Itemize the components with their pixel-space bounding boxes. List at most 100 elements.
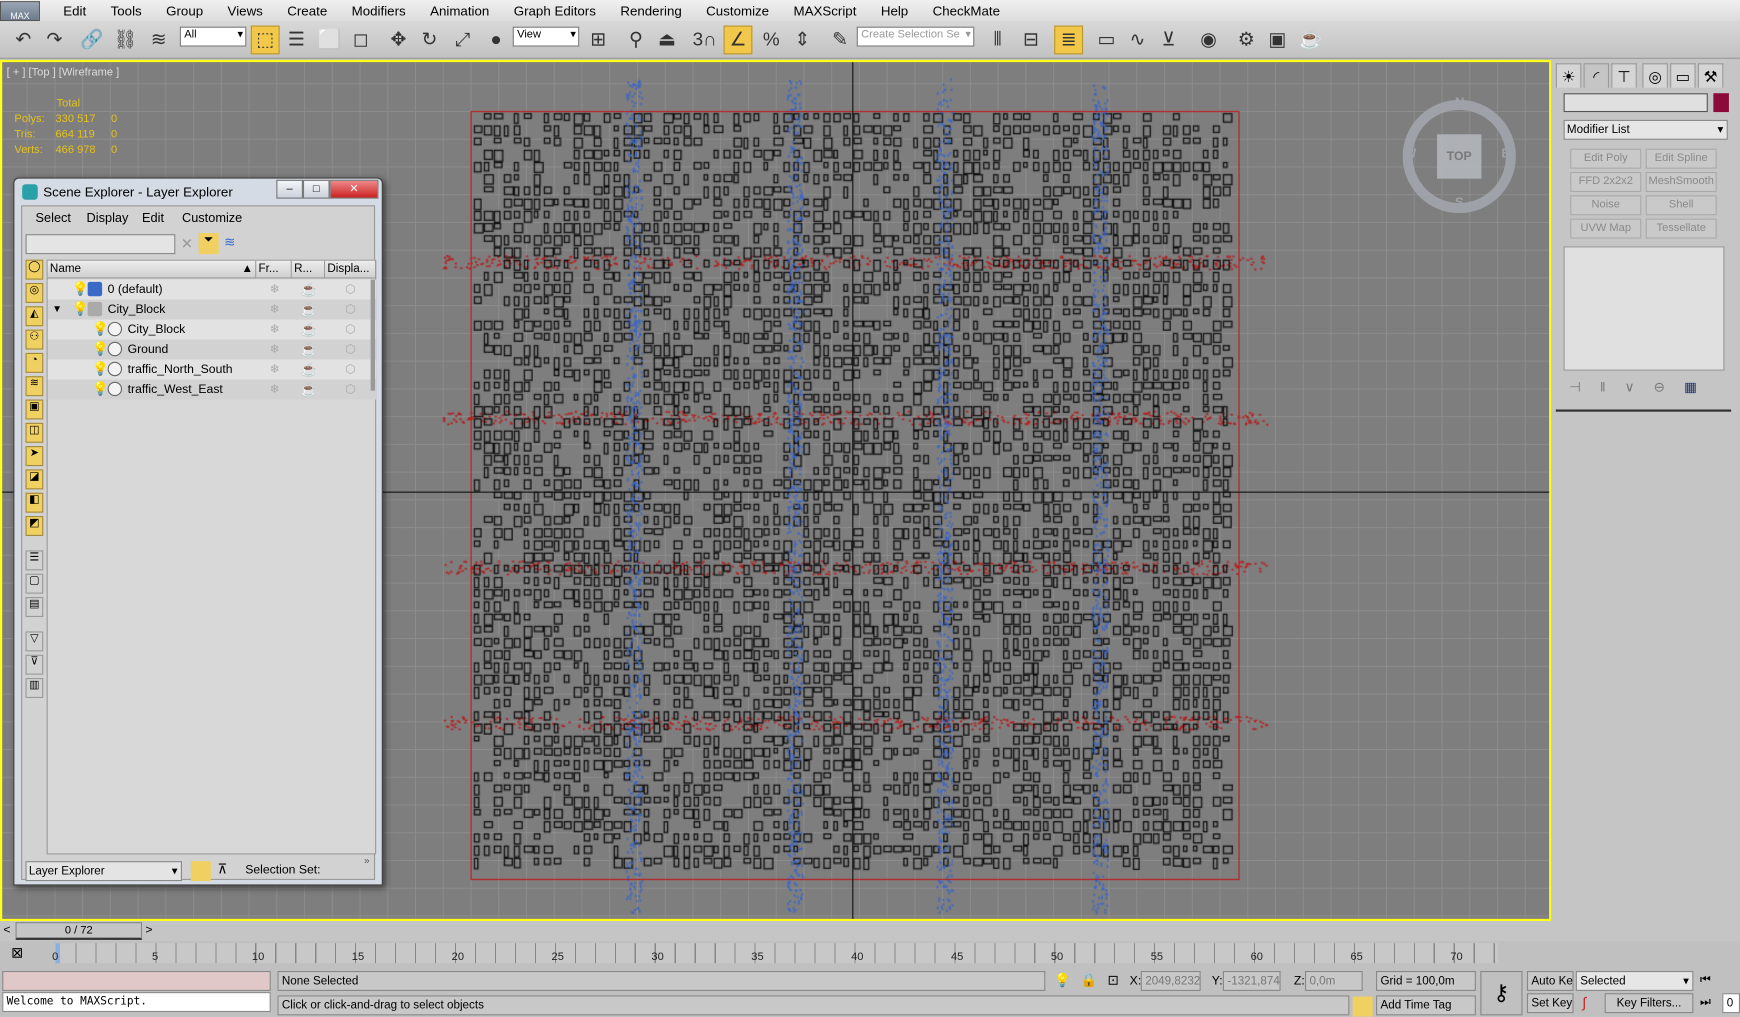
menu-help[interactable]: Help <box>869 3 921 19</box>
freeze-icon[interactable]: ❄ <box>270 382 280 396</box>
filter-icon[interactable]: ⏷ <box>198 233 219 255</box>
modifier-button-tessellate[interactable]: Tessellate <box>1645 218 1717 239</box>
search-input[interactable] <box>25 234 176 255</box>
next-frame-button[interactable]: > <box>145 923 152 936</box>
display-box-icon[interactable]: ⬡ <box>345 342 356 356</box>
helpers-filter-icon[interactable]: ◔ <box>25 352 44 373</box>
modifier-button-shell[interactable]: Shell <box>1645 195 1717 216</box>
current-frame-input[interactable]: 0 <box>1722 993 1740 1014</box>
visibility-bulb-icon[interactable]: 💡 <box>92 321 109 337</box>
layer-explorer-icon[interactable]: ≣ <box>1054 25 1084 55</box>
align-icon[interactable]: ⊟ <box>1016 26 1045 55</box>
compass-west[interactable]: W <box>1404 145 1417 161</box>
utilities-tab-icon[interactable]: ⚒ <box>1697 63 1724 88</box>
modifier-button-edit-spline[interactable]: Edit Spline <box>1645 148 1717 169</box>
explorer-mode-dropdown[interactable]: Layer Explorer ▾ <box>25 861 182 882</box>
configure-modifier-sets-icon[interactable]: ▦ <box>1684 380 1697 396</box>
time-slider-thumb[interactable]: 0 / 72 <box>15 922 143 940</box>
app-logo-button[interactable]: MAX <box>0 0 40 21</box>
key-mode-dropdown[interactable]: Selected ▾ <box>1575 970 1694 991</box>
auto-key-button[interactable]: Auto Key <box>1526 970 1574 991</box>
modifier-button-edit-poly[interactable]: Edit Poly <box>1570 148 1642 169</box>
particles-filter-icon[interactable]: ◧ <box>25 492 44 513</box>
rendered-frame-window-icon[interactable]: ▣ <box>1263 26 1292 55</box>
viewport-label-menu[interactable]: [ + ] [Top ] [Wireframe ] <box>7 67 120 79</box>
menu-views[interactable]: Views <box>215 3 275 19</box>
select-object-icon[interactable]: ⬚ <box>250 25 280 55</box>
visibility-bulb-icon[interactable]: 💡 <box>92 361 109 377</box>
column-name[interactable]: Name ▲ <box>47 260 257 279</box>
schematic-view-icon[interactable]: ⊻ <box>1154 26 1183 55</box>
lights-filter-icon[interactable]: ◭ <box>25 306 44 327</box>
toggle-scene-explorer-icon[interactable]: ▭ <box>1092 26 1121 55</box>
column-display[interactable]: Displa... <box>325 260 377 279</box>
freeze-icon[interactable]: ❄ <box>270 282 280 296</box>
column-render[interactable]: R... <box>291 260 326 279</box>
menu-graph-editors[interactable]: Graph Editors <box>502 3 609 19</box>
close-button[interactable]: ✕ <box>329 179 379 199</box>
set-key-button[interactable]: Set Key <box>1526 993 1574 1014</box>
display-box-icon[interactable]: ⬡ <box>345 302 356 316</box>
menu-create[interactable]: Create <box>275 3 339 19</box>
display-none-filter-icon[interactable]: ▢ <box>25 573 44 594</box>
modifier-button-noise[interactable]: Noise <box>1570 195 1642 216</box>
place-icon[interactable]: ● <box>482 26 511 55</box>
absolute-mode-icon[interactable]: ⊡ <box>1107 972 1118 988</box>
layer-row[interactable]: 💡 0 (default) ❄ ☕ ⬡ <box>47 279 377 300</box>
modify-tab-icon[interactable]: ◜ <box>1583 63 1610 88</box>
display-box-icon[interactable]: ⬡ <box>345 362 356 376</box>
create-tab-icon[interactable]: ☀ <box>1555 63 1582 88</box>
layer-name[interactable]: traffic_North_South <box>128 363 233 376</box>
undo-icon[interactable]: ↶ <box>9 26 38 55</box>
explorer-menu-display[interactable]: Display <box>87 212 129 225</box>
object-color-swatch[interactable] <box>1713 93 1729 113</box>
spinner-snap-icon[interactable]: ⇕ <box>788 26 817 55</box>
menu-checkmate[interactable]: CheckMate <box>920 3 1012 19</box>
viewcube-top-face[interactable]: TOP <box>1437 134 1482 179</box>
layer-row[interactable]: 💡 City_Block ❄ ☕ ⬡ <box>47 319 377 340</box>
maxscript-output[interactable]: Welcome to MAXScript. <box>2 992 271 1013</box>
layer-row[interactable]: 💡 traffic_West_East ❄ ☕ ⬡ <box>47 379 377 400</box>
menu-edit[interactable]: Edit <box>51 3 98 19</box>
mirror-icon[interactable]: ⫴ <box>983 26 1012 55</box>
menu-group[interactable]: Group <box>154 3 215 19</box>
hierarchy-filter-icon[interactable]: ▥ <box>25 678 44 699</box>
visibility-bulb-icon[interactable]: 💡 <box>92 381 109 397</box>
freeze-icon[interactable]: ❄ <box>270 362 280 376</box>
rectangle-selection-icon[interactable]: ⬜ <box>315 26 344 55</box>
display-box-icon[interactable]: ⬡ <box>345 382 356 396</box>
renderable-teapot-icon[interactable]: ☕ <box>301 362 318 378</box>
modifier-stack[interactable] <box>1563 246 1725 371</box>
link-icon[interactable]: 🔗 <box>78 26 107 55</box>
display-tab-icon[interactable]: ▭ <box>1670 63 1696 88</box>
renderable-teapot-icon[interactable]: ☕ <box>301 282 318 298</box>
menu-animation[interactable]: Animation <box>418 3 502 19</box>
containers-filter-icon[interactable]: ◪ <box>25 469 44 490</box>
layer-row[interactable]: ▼ 💡 City_Block ❄ ☕ ⬡ <box>47 299 377 320</box>
renderable-teapot-icon[interactable]: ☕ <box>301 342 318 358</box>
modifier-button-uvw-map[interactable]: UVW Map <box>1570 218 1642 239</box>
menu-rendering[interactable]: Rendering <box>608 3 694 19</box>
reference-coordinate-dropdown[interactable]: View <box>512 26 580 47</box>
object-name-input[interactable] <box>1563 93 1708 113</box>
explorer-menu-edit[interactable]: Edit <box>142 212 164 225</box>
display-box-icon[interactable]: ⬡ <box>345 282 356 296</box>
geometry-filter-icon[interactable]: ◯ <box>25 259 44 280</box>
viewcube[interactable]: TOP N S E W <box>1402 94 1516 214</box>
scrollbar[interactable] <box>370 279 376 391</box>
explorer-menu-customize[interactable]: Customize <box>182 212 242 225</box>
select-manipulate-icon[interactable]: ⚲ <box>621 26 650 55</box>
freeze-icon[interactable]: ❄ <box>270 322 280 336</box>
layer-row[interactable]: 💡 Ground ❄ ☕ ⬡ <box>47 339 377 360</box>
go-to-end-icon[interactable]: ⏭ <box>1700 995 1711 1009</box>
minimize-button[interactable]: – <box>276 179 303 199</box>
window-crossing-icon[interactable]: ◻ <box>346 26 375 55</box>
prev-frame-button[interactable]: < <box>3 923 10 936</box>
render-production-icon[interactable]: ☕ <box>1296 26 1325 55</box>
clear-search-icon[interactable]: ✕ <box>181 235 193 253</box>
menu-tools[interactable]: Tools <box>98 3 154 19</box>
layer-name[interactable]: Ground <box>128 343 169 356</box>
compass-north[interactable]: N <box>1455 94 1465 110</box>
go-to-start-icon[interactable]: ⏮ <box>1700 973 1711 987</box>
renderable-teapot-icon[interactable]: ☕ <box>301 302 318 318</box>
